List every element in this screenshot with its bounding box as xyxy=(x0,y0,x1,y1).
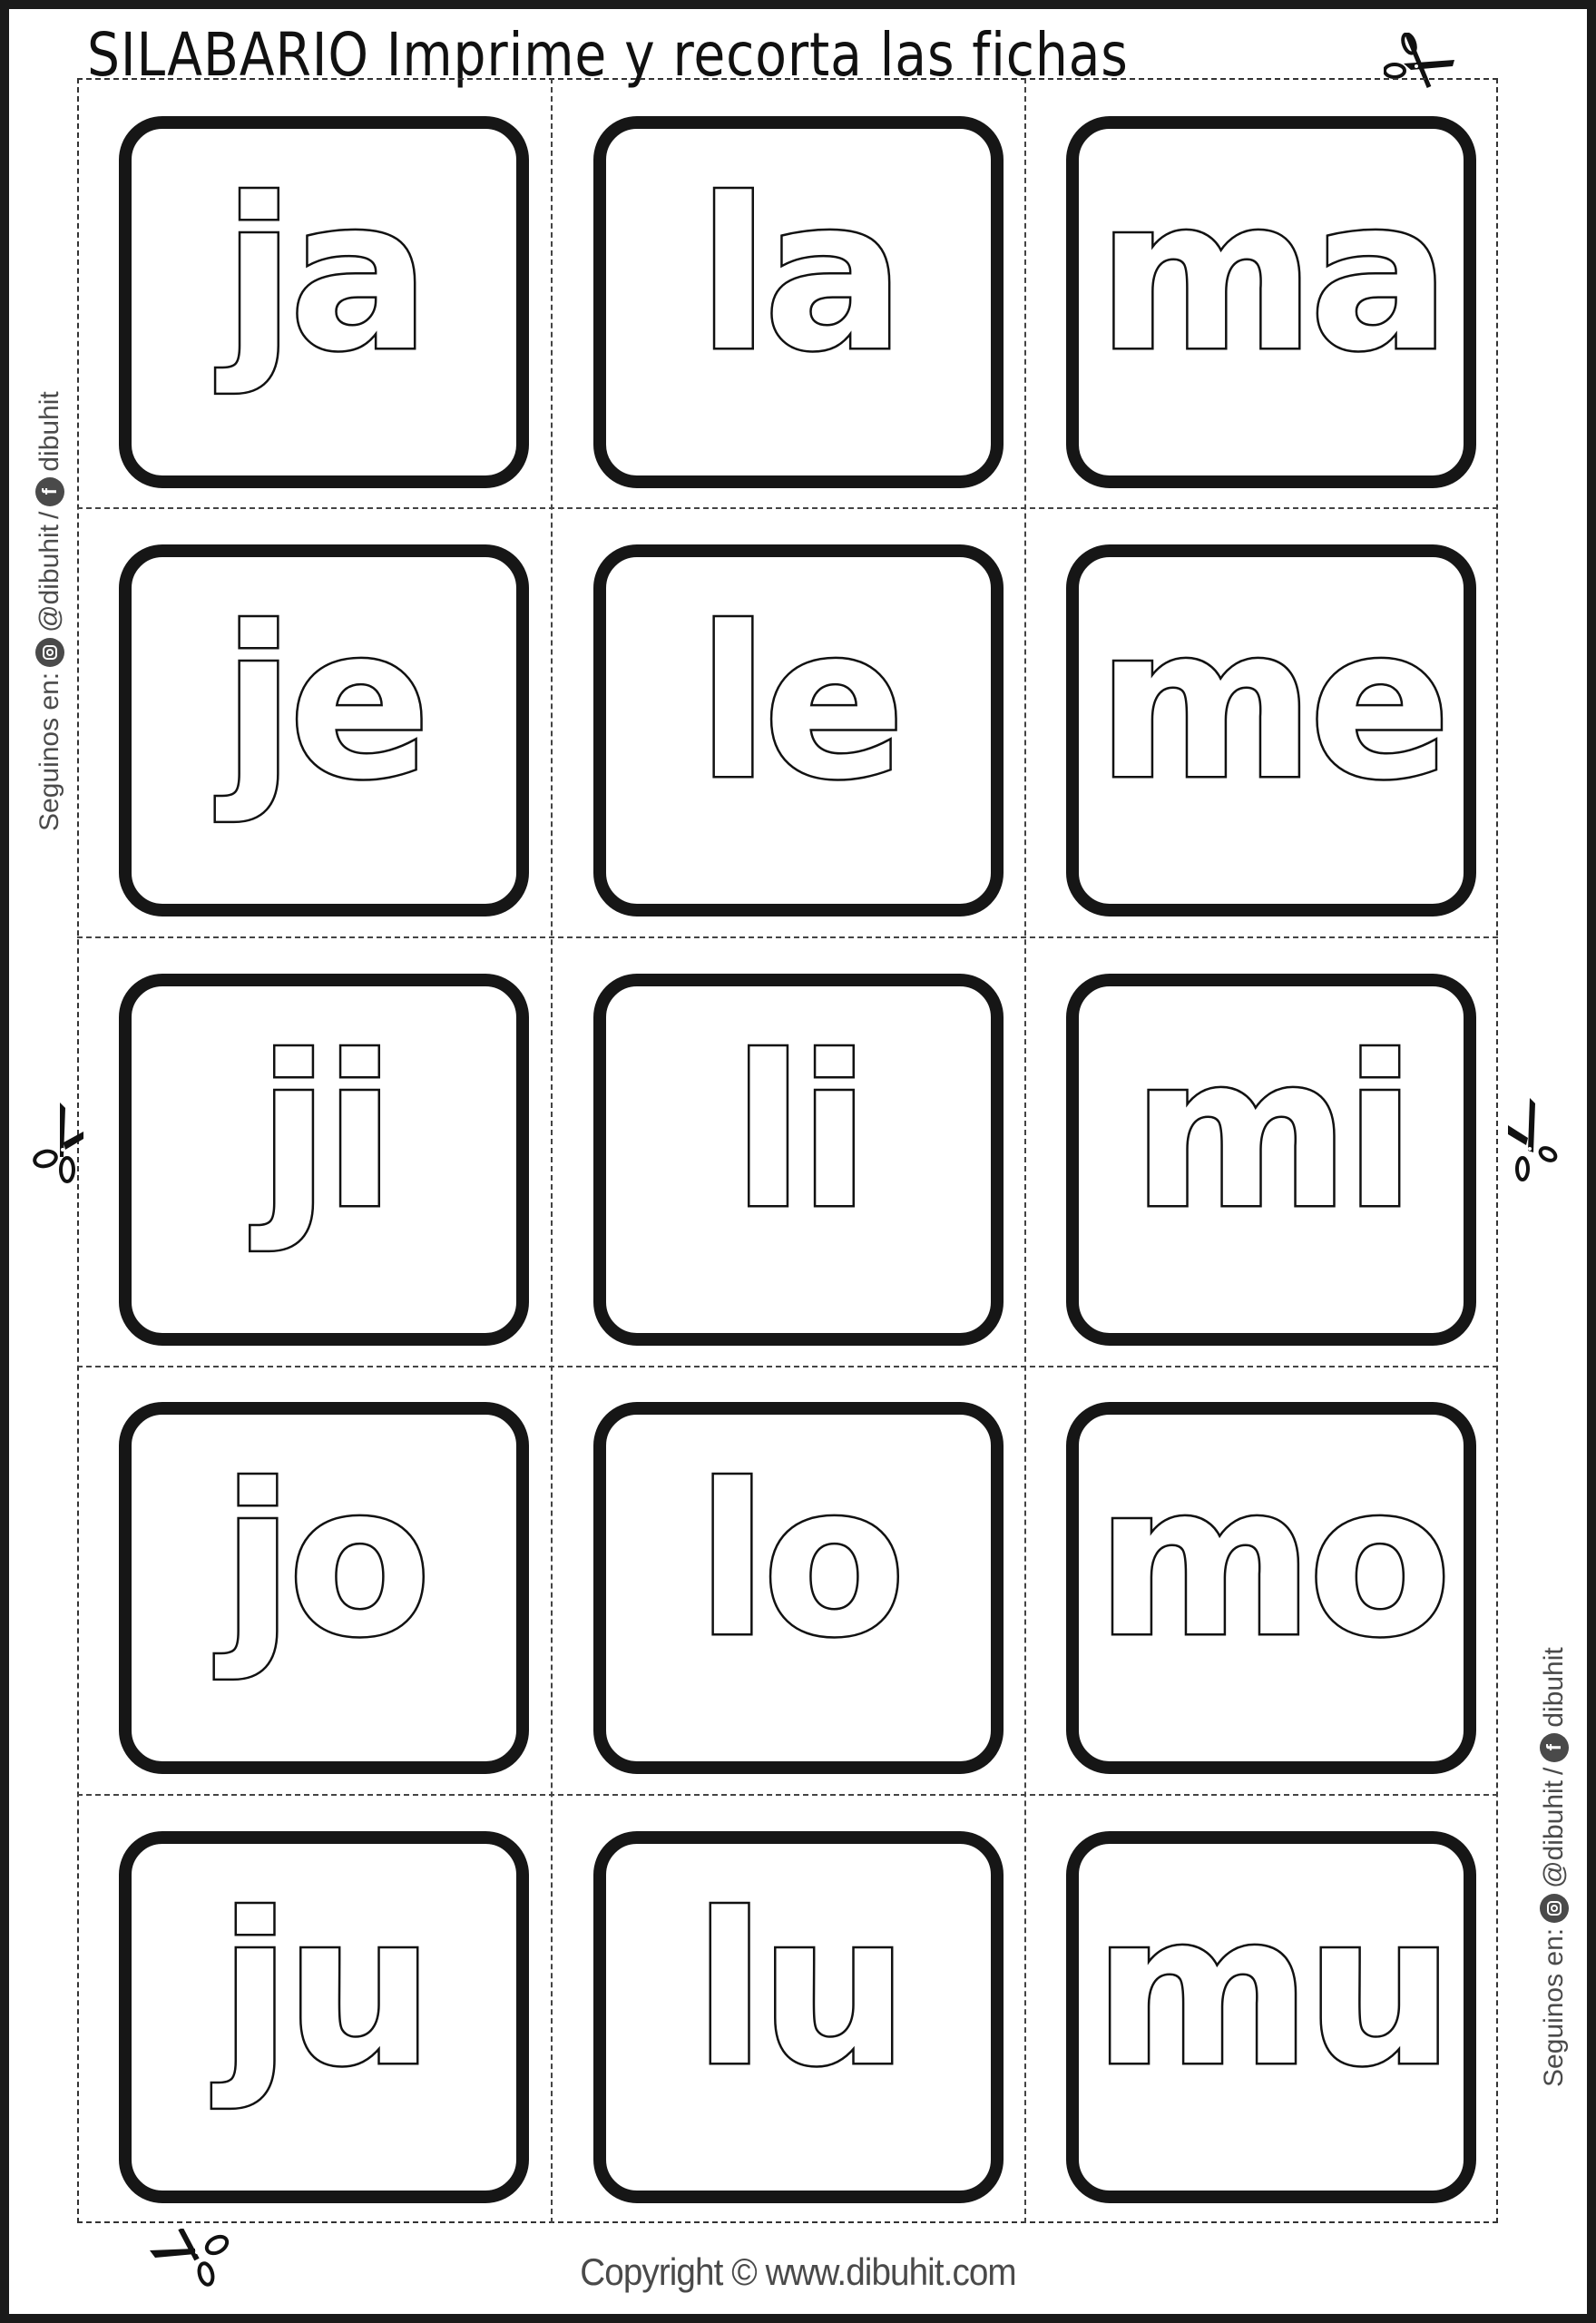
syllable-text: lo xyxy=(697,1441,901,1683)
social-credit-left: Seguinos en: @dibuhit / f dibuhit xyxy=(34,391,65,831)
syllable-card: jo xyxy=(119,1402,529,1774)
syllable-text: li xyxy=(732,1013,865,1255)
syllable-text: mi xyxy=(1132,1013,1411,1255)
instagram-icon xyxy=(35,637,64,667)
scissors-icon xyxy=(33,1103,83,1183)
syllable-card: lo xyxy=(593,1402,1004,1774)
syllable-text: ma xyxy=(1098,155,1445,397)
facebook-handle: dibuhit xyxy=(34,391,64,472)
cut-line-horizontal xyxy=(77,1366,1498,1367)
syllable-card: ma xyxy=(1066,116,1476,488)
syllable-text: ja xyxy=(216,155,425,397)
syllable-text: mo xyxy=(1096,1441,1446,1683)
facebook-icon: f xyxy=(1540,1732,1569,1762)
syllable-card: me xyxy=(1066,544,1476,916)
syllable-card: le xyxy=(593,544,1004,916)
syllable-card: ja xyxy=(119,116,529,488)
syllable-card: mu xyxy=(1066,1831,1476,2203)
copyright-footer: Copyright © www.dibuhit.com xyxy=(580,2250,1016,2293)
syllable-card: ju xyxy=(119,1831,529,2203)
syllable-card: lu xyxy=(593,1831,1004,2203)
cut-line-horizontal xyxy=(77,507,1498,509)
syllable-card: je xyxy=(119,544,529,916)
page-title: SILABARIO Imprime y recorta las fichas xyxy=(87,20,1129,90)
syllable-text: je xyxy=(216,583,426,826)
cut-line-horizontal xyxy=(77,936,1498,938)
follow-label: Seguinos en: xyxy=(34,671,64,831)
facebook-icon: f xyxy=(35,476,64,506)
facebook-handle: dibuhit xyxy=(1539,1647,1569,1728)
separator: / xyxy=(34,511,64,519)
instagram-icon xyxy=(1540,1893,1569,1923)
syllable-card: li xyxy=(593,974,1004,1346)
instagram-handle: @dibuhit xyxy=(1539,1780,1569,1888)
instagram-handle: @dibuhit xyxy=(34,524,64,632)
separator: / xyxy=(1539,1767,1569,1775)
social-credit-right: Seguinos en: @dibuhit / f dibuhit xyxy=(1539,1647,1570,2087)
syllable-text: ji xyxy=(250,1013,390,1255)
syllable-text: me xyxy=(1097,583,1445,826)
follow-label: Seguinos en: xyxy=(1539,1927,1569,2087)
syllable-text: ju xyxy=(212,1870,429,2112)
syllable-card: ji xyxy=(119,974,529,1346)
cut-line-horizontal xyxy=(77,1794,1498,1796)
syllable-card: mi xyxy=(1066,974,1476,1346)
syllable-text: la xyxy=(698,155,899,397)
syllable-card: la xyxy=(593,116,1004,488)
syllable-text: le xyxy=(698,583,900,826)
syllable-text: lu xyxy=(694,1870,904,2112)
syllable-text: mu xyxy=(1093,1870,1448,2112)
cut-line-vertical xyxy=(1024,78,1026,2223)
scissors-icon xyxy=(1508,1098,1558,1181)
syllable-card: mo xyxy=(1066,1402,1476,1774)
syllable-text: jo xyxy=(215,1441,426,1683)
cut-line-vertical xyxy=(551,78,553,2223)
